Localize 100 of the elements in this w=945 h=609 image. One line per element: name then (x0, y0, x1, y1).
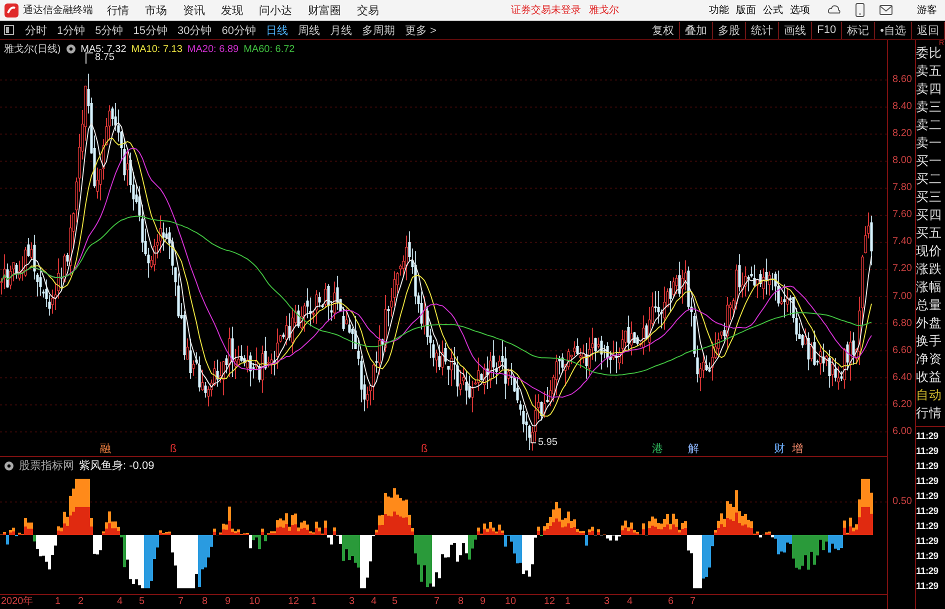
axis-label: 7.40 (892, 236, 912, 248)
period-tab[interactable]: 多周期 (357, 22, 400, 38)
toolbar-button[interactable]: F10 (812, 22, 842, 38)
period-tab[interactable]: 日线 (261, 22, 293, 38)
quote-field-label: 卖三 (916, 99, 943, 116)
menu-item[interactable]: 功能 (709, 3, 729, 17)
axis-label: 7 (178, 596, 184, 608)
axis-label: 6.60 (892, 344, 912, 357)
toolbar-button[interactable]: 统计 (746, 22, 780, 38)
axis-label: 6.00 (892, 426, 912, 438)
quote-field-label: 换手 (916, 333, 943, 350)
quote-field-label: 买三 (916, 189, 943, 206)
trade-time: 11:29 (916, 490, 940, 504)
toolbar-button[interactable]: •自选 (875, 22, 912, 38)
event-marker[interactable]: 融 (100, 443, 111, 455)
quote-field-label: 买五 (916, 225, 943, 242)
period-tab[interactable]: 周线 (293, 22, 325, 38)
period-tab[interactable]: 分时 (20, 22, 52, 38)
trade-time: 11:29 (916, 460, 940, 474)
period-tab[interactable]: 60分钟 (216, 22, 261, 38)
logo-icon (4, 2, 19, 18)
toolbar-button[interactable]: 返回 (912, 22, 945, 38)
axis-label: 3 (349, 596, 355, 608)
axis-label: 1 (565, 596, 571, 608)
quote-field-label: 买四 (916, 207, 943, 224)
axis-label: 4 (117, 596, 123, 608)
axis-label: 6.40 (892, 372, 912, 384)
menu-item[interactable]: 发现 (221, 2, 243, 18)
mail-icon[interactable] (879, 4, 893, 16)
toolbar-button[interactable]: 叠加 (680, 22, 714, 38)
trade-time: 11:29 (916, 550, 940, 564)
menu-item[interactable]: 交易 (357, 2, 379, 18)
event-marker[interactable]: 解 (688, 443, 699, 455)
quote-field-label: 行情 (916, 405, 943, 422)
axis-label: 8.20 (892, 128, 912, 140)
quote-field-label: 自动 (916, 387, 943, 404)
menu-item[interactable]: 选项 (790, 3, 810, 17)
axis-label: 10 (249, 596, 260, 608)
menu-item[interactable]: 公式 (763, 3, 783, 17)
toolbar-button[interactable]: 多股 (713, 22, 746, 38)
menu-item[interactable]: 问小达 (259, 2, 292, 18)
axis-label: 7.20 (892, 263, 912, 276)
trade-time: 11:29 (916, 565, 940, 579)
leader-line (86, 52, 94, 64)
event-marker[interactable]: 增 (792, 443, 803, 455)
menu-item[interactable]: 资讯 (183, 2, 205, 18)
event-marker[interactable]: 港 (652, 443, 663, 455)
login-status[interactable]: 证券交易未登录 (511, 3, 581, 17)
phone-icon[interactable] (855, 3, 865, 17)
axis-label: 2020年 (1, 596, 34, 608)
user-button[interactable]: 游客 (917, 3, 937, 17)
quote-field-label: 卖四 (916, 81, 943, 98)
indicator-source: 股票指标网 (19, 459, 74, 473)
menu-item[interactable]: 行情 (107, 2, 129, 18)
trade-time: 11:29 (916, 430, 940, 444)
period-tab[interactable]: 15分钟 (128, 22, 172, 38)
event-marker[interactable]: ß (170, 443, 177, 455)
moving-average-label: MA10: 7.13 (131, 44, 182, 54)
period-tab[interactable]: 30分钟 (172, 22, 217, 38)
quote-field-label: 净资 (916, 351, 943, 368)
menu-item[interactable]: 财富圈 (308, 2, 341, 18)
high-price-label: 8.75 (95, 52, 114, 63)
menu-item[interactable]: 市场 (145, 2, 167, 18)
quote-field-label: 买二 (916, 171, 943, 188)
axis-label: 4 (627, 596, 633, 608)
toolbar-button[interactable]: 画线 (779, 22, 812, 38)
menu-item[interactable]: 版面 (736, 3, 756, 17)
axis-label: 7.60 (892, 209, 912, 222)
panel-toggle-icon[interactable] (4, 25, 14, 35)
axis-label: 7 (434, 596, 440, 608)
moving-average-label: MA20: 6.89 (187, 44, 239, 54)
trade-time: 11:29 (916, 445, 940, 459)
quote-field-label: 委比 (916, 45, 943, 62)
axis-label: 8 (202, 596, 208, 608)
axis-label: 6.80 (892, 318, 912, 330)
axis-label: 12 (544, 596, 556, 608)
trade-time: 11:29 (916, 580, 940, 594)
quote-field-label: 买一 (916, 153, 943, 170)
event-marker[interactable]: 财 (774, 443, 785, 455)
toolbar-button[interactable]: 标记 (842, 22, 876, 38)
app-title: 通达信金融终端 (23, 4, 93, 17)
axis-label: 2 (78, 596, 84, 608)
event-marker[interactable]: ß (421, 443, 428, 455)
axis-label: 5 (392, 596, 398, 608)
more-button[interactable]: 更多 > (400, 22, 442, 38)
trade-time: 11:29 (916, 505, 940, 519)
axis-label: 8.60 (892, 74, 912, 86)
moving-average-label: MA60: 6.72 (244, 44, 295, 54)
axis-label: 1 (55, 596, 61, 608)
axis-label: 6.20 (892, 398, 912, 411)
period-tab[interactable]: 5分钟 (90, 22, 128, 38)
low-price-label: 5.95 (538, 436, 558, 448)
toolbar-button[interactable]: 复权 (647, 22, 680, 38)
moving-average-label: MA5: 7.32 (80, 44, 126, 54)
period-tab[interactable]: 月线 (325, 22, 357, 38)
trade-time: 11:29 (916, 535, 940, 549)
axis-label: 8.00 (892, 155, 912, 168)
quote-field-label: 卖二 (916, 117, 943, 134)
period-tab[interactable]: 1分钟 (52, 22, 90, 38)
axis-label: 4 (371, 596, 377, 608)
